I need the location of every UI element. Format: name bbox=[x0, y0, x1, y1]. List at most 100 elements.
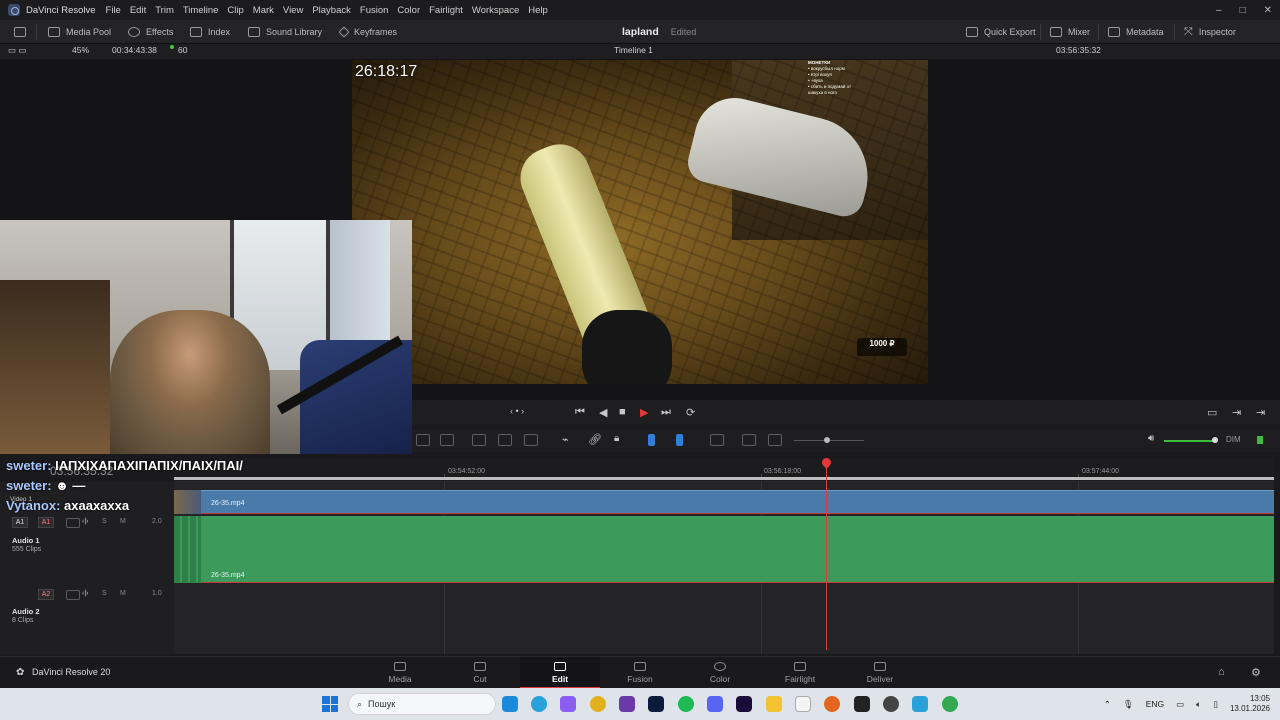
zoom-custom-icon[interactable] bbox=[768, 434, 782, 446]
menu-file[interactable]: File bbox=[106, 5, 121, 16]
overwrite-clip-icon[interactable] bbox=[498, 434, 512, 446]
solo-button[interactable]: S bbox=[102, 590, 107, 597]
menu-workspace[interactable]: Workspace bbox=[472, 5, 519, 16]
go-to-end-button[interactable]: ⏭ bbox=[661, 406, 671, 419]
timeline-tracks[interactable]: 26-35.mp4 26-35.mp4 bbox=[174, 482, 1274, 654]
audio-clip[interactable]: 26-35.mp4 bbox=[201, 516, 1274, 583]
menu-edit[interactable]: Edit bbox=[130, 5, 146, 16]
quick-export-button[interactable]: Quick Export bbox=[966, 20, 1036, 44]
file-explorer-icon[interactable] bbox=[766, 696, 782, 712]
browser-icon[interactable] bbox=[824, 696, 840, 712]
menu-trim[interactable]: Trim bbox=[155, 5, 174, 16]
zoom-full-icon[interactable] bbox=[710, 434, 724, 446]
video-preview[interactable]: 26:18:17 МОНЕТКИ • вокрусбыл норм • Юрі … bbox=[352, 60, 928, 384]
menu-mark[interactable]: Mark bbox=[253, 5, 274, 16]
network-icon[interactable]: ▭ bbox=[1176, 699, 1184, 710]
menu-fairlight[interactable]: Fairlight bbox=[429, 5, 463, 16]
telegram-icon[interactable] bbox=[531, 696, 547, 712]
tab-fusion[interactable]: Fusion bbox=[600, 657, 680, 689]
timeline-scroll-bar[interactable] bbox=[174, 477, 1274, 480]
playhead[interactable] bbox=[826, 458, 827, 650]
tab-color[interactable]: Color bbox=[680, 657, 760, 689]
tab-cut[interactable]: Cut bbox=[440, 657, 520, 689]
close-button[interactable]: ✕ bbox=[1264, 5, 1272, 16]
go-to-start-button[interactable]: ⏮ bbox=[575, 406, 585, 419]
auto-select-icon[interactable]: ‹|› bbox=[82, 590, 88, 597]
dest-track-a1[interactable]: A1 bbox=[38, 517, 54, 528]
menu-playback[interactable]: Playback bbox=[312, 5, 351, 16]
lock-track-icon[interactable] bbox=[66, 590, 80, 600]
taskbar-search[interactable]: ⌕ Пошук bbox=[348, 693, 496, 715]
dest-track-a2[interactable]: A2 bbox=[38, 589, 54, 600]
volume-icon[interactable]: 🔈︎ bbox=[1196, 699, 1201, 710]
tab-edit[interactable]: Edit bbox=[520, 657, 600, 689]
menu-color[interactable]: Color bbox=[397, 5, 420, 16]
volume-knob[interactable] bbox=[1212, 437, 1218, 443]
microphone-icon[interactable]: 🎙︎ bbox=[1123, 699, 1134, 710]
volume-slider[interactable] bbox=[1164, 440, 1216, 442]
replace-clip-icon[interactable] bbox=[524, 434, 538, 446]
auto-select-icon[interactable]: ‹|› bbox=[82, 518, 88, 525]
chrome-alt-icon[interactable] bbox=[942, 696, 958, 712]
maximize-button[interactable]: □ bbox=[1240, 5, 1246, 16]
app-icon-r[interactable] bbox=[854, 696, 870, 712]
zoom-detail-icon[interactable] bbox=[742, 434, 756, 446]
battery-icon[interactable]: ▯ bbox=[1213, 699, 1218, 710]
marker-icon[interactable] bbox=[676, 434, 683, 446]
match-frame-icon[interactable]: ▭ bbox=[1207, 406, 1217, 419]
language-indicator[interactable]: ENG bbox=[1146, 699, 1164, 709]
last-frame-icon[interactable]: ⇥ bbox=[1256, 406, 1265, 419]
play-reverse-button[interactable]: ◀ bbox=[599, 406, 607, 419]
app-icon-circle[interactable] bbox=[883, 696, 899, 712]
stop-button[interactable]: ■ bbox=[619, 406, 626, 418]
lock-track-icon[interactable] bbox=[66, 518, 80, 528]
document-icon[interactable] bbox=[795, 696, 811, 712]
sound-library-button[interactable]: Sound Library bbox=[248, 20, 322, 44]
minimize-button[interactable]: – bbox=[1216, 5, 1222, 16]
link-icon[interactable]: 🔗︎ bbox=[588, 433, 602, 446]
flag-icon[interactable] bbox=[648, 434, 655, 446]
keyframes-button[interactable]: Keyframes bbox=[338, 20, 397, 44]
next-edit-icon[interactable]: ⇥ bbox=[1232, 406, 1241, 419]
timeline-ruler[interactable]: 03:54:52:00 03:56:18:00 03:57:44:00 bbox=[174, 458, 1274, 482]
tab-fairlight[interactable]: Fairlight bbox=[760, 657, 840, 689]
source-track-a1[interactable]: A1 bbox=[12, 517, 28, 528]
premiere-icon[interactable] bbox=[736, 696, 752, 712]
clock[interactable]: 13:05 13.01.2026 bbox=[1230, 694, 1270, 714]
copilot-icon[interactable] bbox=[560, 696, 576, 712]
media-pool-button[interactable]: Media Pool bbox=[48, 20, 111, 44]
layout-icon[interactable]: ▭ ▭ bbox=[8, 45, 26, 56]
speaker-icon[interactable]: 🔊︎ bbox=[1148, 433, 1154, 444]
tab-deliver[interactable]: Deliver bbox=[840, 657, 920, 689]
mute-button[interactable]: M bbox=[120, 518, 126, 525]
telegram-alt-icon[interactable] bbox=[912, 696, 928, 712]
video-clip[interactable]: 26-35.mp4 bbox=[201, 490, 1274, 514]
menu-fusion[interactable]: Fusion bbox=[360, 5, 389, 16]
settings-gear-icon[interactable]: ⚙ bbox=[1251, 666, 1261, 679]
inspector-button[interactable]: ⤧ Inspector bbox=[1184, 20, 1236, 44]
solo-button[interactable]: S bbox=[102, 518, 107, 525]
chrome-icon[interactable] bbox=[590, 696, 606, 712]
mixer-button[interactable]: Mixer bbox=[1050, 20, 1090, 44]
index-button[interactable]: Index bbox=[190, 20, 230, 44]
dim-button[interactable]: DIM bbox=[1226, 435, 1241, 444]
home-icon[interactable]: ⌂ bbox=[1218, 666, 1225, 678]
app-icon[interactable] bbox=[619, 696, 635, 712]
discord-icon[interactable] bbox=[707, 696, 723, 712]
metadata-button[interactable]: Metadata bbox=[1108, 20, 1164, 44]
timeline-zoom-knob[interactable] bbox=[824, 437, 830, 443]
audio-clip-stack[interactable] bbox=[174, 516, 201, 583]
menu-help[interactable]: Help bbox=[528, 5, 548, 16]
insert-clip-icon[interactable] bbox=[472, 434, 486, 446]
loop-button[interactable]: ⟳ bbox=[686, 406, 695, 419]
panel-toggle-button[interactable] bbox=[14, 20, 26, 44]
menu-clip[interactable]: Clip bbox=[227, 5, 243, 16]
selection-tool-icon[interactable] bbox=[416, 434, 430, 446]
edge-icon[interactable] bbox=[502, 696, 518, 712]
snapping-icon[interactable]: ⌁ bbox=[562, 433, 569, 446]
mute-button[interactable]: M bbox=[120, 590, 126, 597]
chevron-up-icon[interactable]: ⌃ bbox=[1104, 699, 1111, 710]
spotify-icon[interactable] bbox=[678, 696, 694, 712]
trim-tool-icon[interactable] bbox=[440, 434, 454, 446]
effects-button[interactable]: Effects bbox=[128, 20, 173, 44]
